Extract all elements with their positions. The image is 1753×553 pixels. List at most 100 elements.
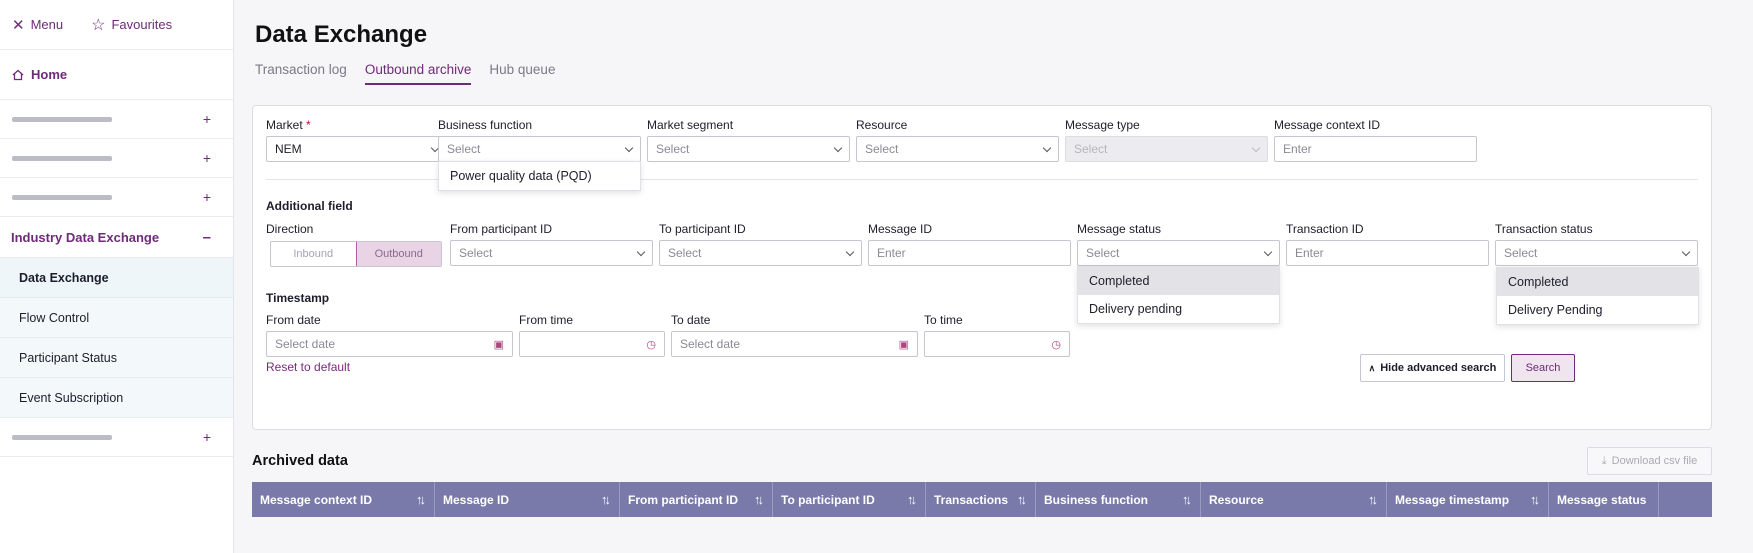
sidebar-item-data-exchange[interactable]: Data Exchange bbox=[0, 258, 233, 298]
message-status-placeholder: Select bbox=[1086, 246, 1120, 260]
required-mark: * bbox=[306, 118, 311, 132]
placeholder-bar bbox=[12, 194, 112, 200]
table-header: Message context ID ↑↓ Message ID ↑↓ From p… bbox=[252, 482, 1712, 517]
chevron-down-icon bbox=[636, 247, 646, 257]
dropdown-option[interactable]: Delivery Pending bbox=[1497, 296, 1698, 324]
column-header-message-context-id[interactable]: Message context ID ↑↓ bbox=[252, 482, 435, 517]
timestamp-heading: Timestamp bbox=[266, 291, 330, 305]
direction-outbound[interactable]: Outbound bbox=[355, 242, 441, 266]
page-title: Data Exchange bbox=[255, 21, 428, 48]
sort-icon: ↑↓ bbox=[1182, 492, 1192, 507]
placeholder-bar bbox=[12, 116, 112, 122]
tab-transaction-log[interactable]: Transaction log bbox=[255, 62, 347, 85]
column-header-message-id[interactable]: Message ID ↑↓ bbox=[435, 482, 620, 517]
from-participant-id-placeholder: Select bbox=[459, 246, 493, 260]
sort-icon: ↑↓ bbox=[754, 492, 764, 507]
placeholder-bar bbox=[12, 155, 112, 161]
market-value: NEM bbox=[275, 142, 302, 156]
tab-bar: Transaction log Outbound archive Hub que… bbox=[255, 62, 555, 85]
column-header-message-status[interactable]: Message status bbox=[1549, 482, 1659, 517]
dropdown-option[interactable]: Power quality data (PQD) bbox=[439, 162, 640, 190]
sidebar-collapsed-item[interactable]: + bbox=[0, 100, 233, 139]
column-label: Transactions bbox=[934, 492, 1009, 507]
transaction-status-label: Transaction status bbox=[1495, 222, 1593, 236]
transaction-id-label: Transaction ID bbox=[1286, 222, 1364, 236]
dropdown-option[interactable]: Completed bbox=[1078, 267, 1279, 295]
sidebar-item-flow-control[interactable]: Flow Control bbox=[0, 298, 233, 338]
column-header-from-participant-id[interactable]: From participant ID ↑↓ bbox=[620, 482, 773, 517]
plus-icon: + bbox=[202, 150, 211, 166]
clock-icon: ◷ bbox=[1051, 339, 1061, 351]
sidebar-item-event-subscription[interactable]: Event Subscription bbox=[0, 378, 233, 418]
business-function-select[interactable]: Select bbox=[438, 136, 641, 162]
dropdown-option[interactable]: Delivery pending bbox=[1078, 295, 1279, 323]
download-icon: ⤓ bbox=[1601, 454, 1607, 467]
to-participant-id-label: To participant ID bbox=[659, 222, 746, 236]
sort-icon: ↑↓ bbox=[1017, 492, 1027, 507]
plus-icon: + bbox=[202, 429, 211, 445]
to-date-picker[interactable]: Select date ▣ bbox=[671, 331, 918, 357]
plus-icon: + bbox=[202, 189, 211, 205]
chevron-down-icon bbox=[845, 247, 855, 257]
sidebar-group-industry-data-exchange[interactable]: Industry Data Exchange – bbox=[0, 217, 233, 258]
message-context-id-input[interactable]: Enter bbox=[1274, 136, 1477, 162]
search-panel: Market * NEM Business function Select Po… bbox=[252, 105, 1712, 430]
transaction-status-select[interactable]: Select bbox=[1495, 240, 1698, 266]
to-participant-id-select[interactable]: Select bbox=[659, 240, 862, 266]
placeholder-bar bbox=[12, 434, 112, 440]
sidebar-item-participant-status[interactable]: Participant Status bbox=[0, 338, 233, 378]
favourites-button[interactable]: ☆ Favourites bbox=[91, 15, 172, 35]
column-header-resource[interactable]: Resource ↑↓ bbox=[1201, 482, 1387, 517]
column-label: From participant ID bbox=[628, 492, 739, 507]
sort-icon: ↑↓ bbox=[1368, 492, 1378, 507]
sidebar-item-home[interactable]: Home bbox=[0, 50, 233, 100]
dropdown-option[interactable]: Completed bbox=[1497, 268, 1698, 296]
download-csv-button[interactable]: ⤓ Download csv file bbox=[1587, 447, 1712, 475]
reset-to-default-link[interactable]: Reset to default bbox=[266, 360, 350, 374]
from-time-picker[interactable]: ◷ bbox=[519, 331, 665, 357]
additional-field-heading: Additional field bbox=[266, 199, 353, 213]
business-function-dropdown: Power quality data (PQD) bbox=[438, 161, 641, 191]
column-label: Message timestamp bbox=[1395, 492, 1510, 507]
hide-advanced-label: Hide advanced search bbox=[1380, 362, 1497, 374]
column-header-to-participant-id[interactable]: To participant ID ↑↓ bbox=[773, 482, 926, 517]
from-participant-id-select[interactable]: Select bbox=[450, 240, 653, 266]
chevron-down-icon bbox=[833, 143, 843, 153]
direction-inbound[interactable]: Inbound bbox=[271, 242, 356, 266]
minus-icon: – bbox=[202, 228, 211, 246]
from-date-placeholder: Select date bbox=[275, 337, 336, 351]
sidebar-collapsed-item[interactable]: + bbox=[0, 139, 233, 178]
from-date-picker[interactable]: Select date ▣ bbox=[266, 331, 513, 357]
sidebar-collapsed-item[interactable]: + bbox=[0, 418, 233, 457]
column-label: Resource bbox=[1209, 492, 1264, 507]
tab-hub-queue[interactable]: Hub queue bbox=[489, 62, 555, 85]
sidebar-collapsed-item[interactable]: + bbox=[0, 178, 233, 217]
message-id-input[interactable]: Enter bbox=[868, 240, 1071, 266]
search-button[interactable]: Search bbox=[1511, 354, 1575, 382]
from-time-label: From time bbox=[519, 313, 573, 327]
sidebar: ✕ Menu ☆ Favourites Home + + + Industry … bbox=[0, 0, 234, 553]
column-header-transactions[interactable]: Transactions ↑↓ bbox=[926, 482, 1036, 517]
menu-label: Menu bbox=[30, 17, 64, 32]
market-segment-label: Market segment bbox=[647, 118, 734, 132]
resource-select[interactable]: Select bbox=[856, 136, 1059, 162]
transaction-id-input[interactable]: Enter bbox=[1286, 240, 1489, 266]
to-date-placeholder: Select date bbox=[680, 337, 741, 351]
market-segment-select[interactable]: Select bbox=[647, 136, 850, 162]
archived-data-heading: Archived data bbox=[252, 453, 348, 469]
column-header-message-timestamp[interactable]: Message timestamp ↑↓ bbox=[1387, 482, 1549, 517]
hide-advanced-search-button[interactable]: ∧ Hide advanced search bbox=[1360, 354, 1505, 382]
message-status-select[interactable]: Select bbox=[1077, 240, 1280, 266]
to-time-picker[interactable]: ◷ bbox=[924, 331, 1070, 357]
star-icon: ☆ bbox=[91, 16, 106, 34]
message-status-label: Message status bbox=[1077, 222, 1162, 236]
menu-button[interactable]: ✕ Menu bbox=[12, 16, 63, 34]
message-status-dropdown: Completed Delivery pending bbox=[1077, 266, 1280, 324]
transaction-status-dropdown: Completed Delivery Pending bbox=[1496, 267, 1699, 325]
sort-icon: ↑↓ bbox=[416, 492, 426, 507]
market-select[interactable]: NEM bbox=[266, 136, 447, 162]
market-segment-placeholder: Select bbox=[656, 142, 690, 156]
column-header-business-function[interactable]: Business function ↑↓ bbox=[1036, 482, 1201, 517]
calendar-icon: ▣ bbox=[493, 339, 504, 351]
tab-outbound-archive[interactable]: Outbound archive bbox=[364, 62, 472, 85]
